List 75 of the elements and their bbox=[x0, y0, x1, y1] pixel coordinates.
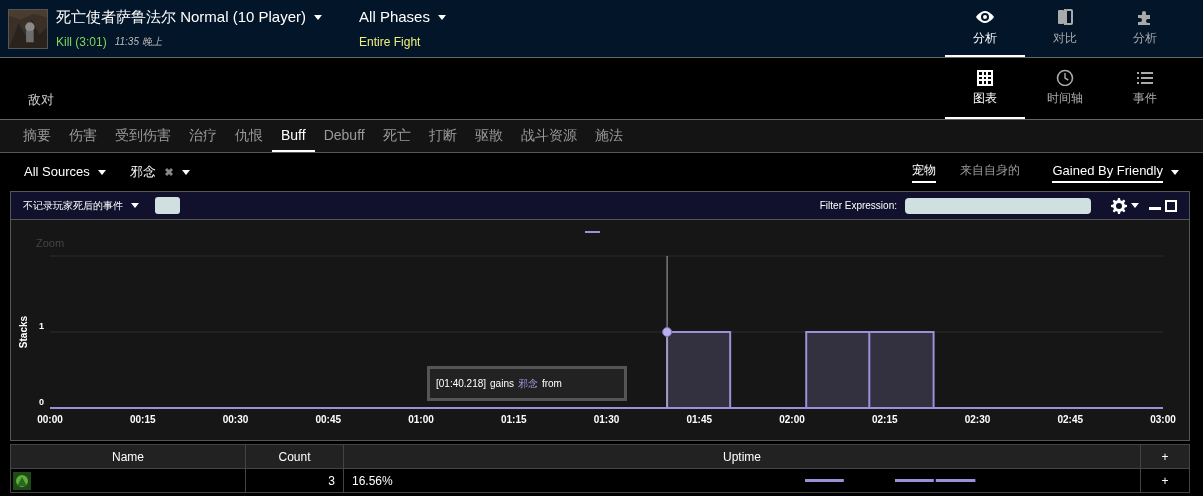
fight-time: 11:35 晚上 bbox=[114, 35, 162, 50]
caret-icon bbox=[97, 169, 106, 175]
phase-subtitle: Entire Fight bbox=[359, 33, 422, 51]
filter-toggle[interactable]: 来自自身的 bbox=[960, 161, 1021, 183]
minimize-icon bbox=[1149, 206, 1161, 210]
axis-tick-label: 01:15 bbox=[500, 414, 527, 425]
death-option-selector[interactable]: 不记录玩家死后的事件 bbox=[23, 198, 123, 213]
caret-icon bbox=[314, 15, 323, 20]
axis-tick-label: 0 bbox=[39, 397, 44, 407]
fight-result: Kill (3:01) bbox=[56, 33, 107, 51]
caret-icon bbox=[131, 203, 139, 208]
column-header[interactable]: Name bbox=[10, 444, 246, 469]
nav-tab[interactable]: 战斗资源 bbox=[511, 120, 586, 152]
clock-icon bbox=[1055, 68, 1075, 86]
axis-tick-label: 02:45 bbox=[1057, 414, 1084, 425]
axis-tick-label: 02:30 bbox=[964, 414, 991, 425]
axis-tick-label: 01:30 bbox=[593, 414, 620, 425]
tooltip-text: gains bbox=[490, 377, 514, 391]
maximize-icon bbox=[1165, 199, 1177, 212]
nav-tab[interactable]: 摘要 bbox=[14, 120, 60, 152]
axis-tick-label: 01:00 bbox=[408, 414, 434, 425]
axis-tick-label: 1 bbox=[39, 321, 44, 331]
split-panel-icon bbox=[1055, 8, 1075, 26]
gain-mode-selector[interactable]: Gained By Friendly bbox=[1052, 160, 1163, 184]
nav-tab[interactable]: 施法 bbox=[585, 120, 632, 152]
axis-tick-label: 00:45 bbox=[315, 414, 342, 425]
filter-input[interactable] bbox=[905, 197, 1091, 214]
caret-icon bbox=[181, 169, 190, 175]
legend-line-icon[interactable] bbox=[584, 231, 601, 233]
caret-icon bbox=[1171, 169, 1179, 175]
nav-tab[interactable]: 伤害 bbox=[60, 120, 106, 152]
tooltip-text: from bbox=[541, 377, 562, 391]
table-cell: 3 bbox=[245, 468, 344, 493]
axis-tick-label: 00:15 bbox=[129, 414, 156, 425]
close-icon bbox=[163, 167, 174, 177]
nav-tab[interactable]: 驱散 bbox=[465, 120, 512, 152]
axis-title: Stacks bbox=[18, 315, 29, 349]
nav-tab[interactable]: 打断 bbox=[419, 120, 466, 152]
axis-tick-label: 03:00 bbox=[1150, 414, 1176, 425]
nav-tab[interactable]: 仇恨 bbox=[226, 120, 272, 152]
axis-tick-label: 00:00 bbox=[37, 414, 63, 425]
filter-label: Filter Expression: bbox=[819, 199, 897, 213]
toggle-field[interactable] bbox=[155, 197, 180, 214]
view-tab[interactable]: 对比 bbox=[1025, 0, 1105, 57]
caret-icon bbox=[1131, 203, 1139, 208]
hover-point bbox=[662, 327, 673, 337]
nav-tab[interactable]: 受到伤害 bbox=[106, 120, 180, 152]
column-header[interactable]: Uptime bbox=[343, 444, 1141, 469]
view-tab[interactable]: 事件 bbox=[1105, 58, 1185, 119]
uptime-percent: 16.56% bbox=[352, 472, 393, 490]
source-selector[interactable]: All Sources bbox=[24, 162, 90, 182]
axis-tick-label: 02:00 bbox=[779, 414, 805, 425]
eye-icon bbox=[975, 8, 995, 26]
axis-tick-label: 00:30 bbox=[222, 414, 249, 425]
tooltip-text: [01:40.218] bbox=[436, 377, 487, 391]
view-tab[interactable]: 时间轴 bbox=[1025, 58, 1105, 119]
nav-tab[interactable]: Buff bbox=[272, 120, 315, 152]
nav-tab[interactable]: Debuff bbox=[314, 120, 374, 152]
axis-tick-label: 02:15 bbox=[871, 414, 898, 425]
boss-title[interactable]: 死亡使者萨鲁法尔 Normal (10 Player) bbox=[56, 6, 307, 29]
tooltip-text: 邪念 bbox=[517, 377, 538, 391]
subtitle: 敌对 bbox=[28, 90, 54, 109]
column-header: + bbox=[1140, 444, 1190, 469]
ability-selector[interactable]: 邪念 bbox=[129, 162, 156, 182]
nav-tab[interactable]: 死亡 bbox=[373, 120, 420, 152]
view-tab[interactable]: 分析 bbox=[1105, 0, 1185, 57]
view-tab[interactable]: 分析 bbox=[945, 0, 1025, 57]
caret-icon bbox=[437, 15, 446, 20]
filter-toggle[interactable]: 宠物 bbox=[912, 161, 937, 183]
axis-tick-label: 01:45 bbox=[686, 414, 713, 425]
phase-selector[interactable]: All Phases bbox=[359, 6, 430, 29]
settings-icon bbox=[1111, 197, 1127, 214]
column-header[interactable]: Count bbox=[245, 444, 344, 469]
nav-tab[interactable]: 治疗 bbox=[180, 120, 226, 152]
grid-icon bbox=[975, 68, 995, 86]
